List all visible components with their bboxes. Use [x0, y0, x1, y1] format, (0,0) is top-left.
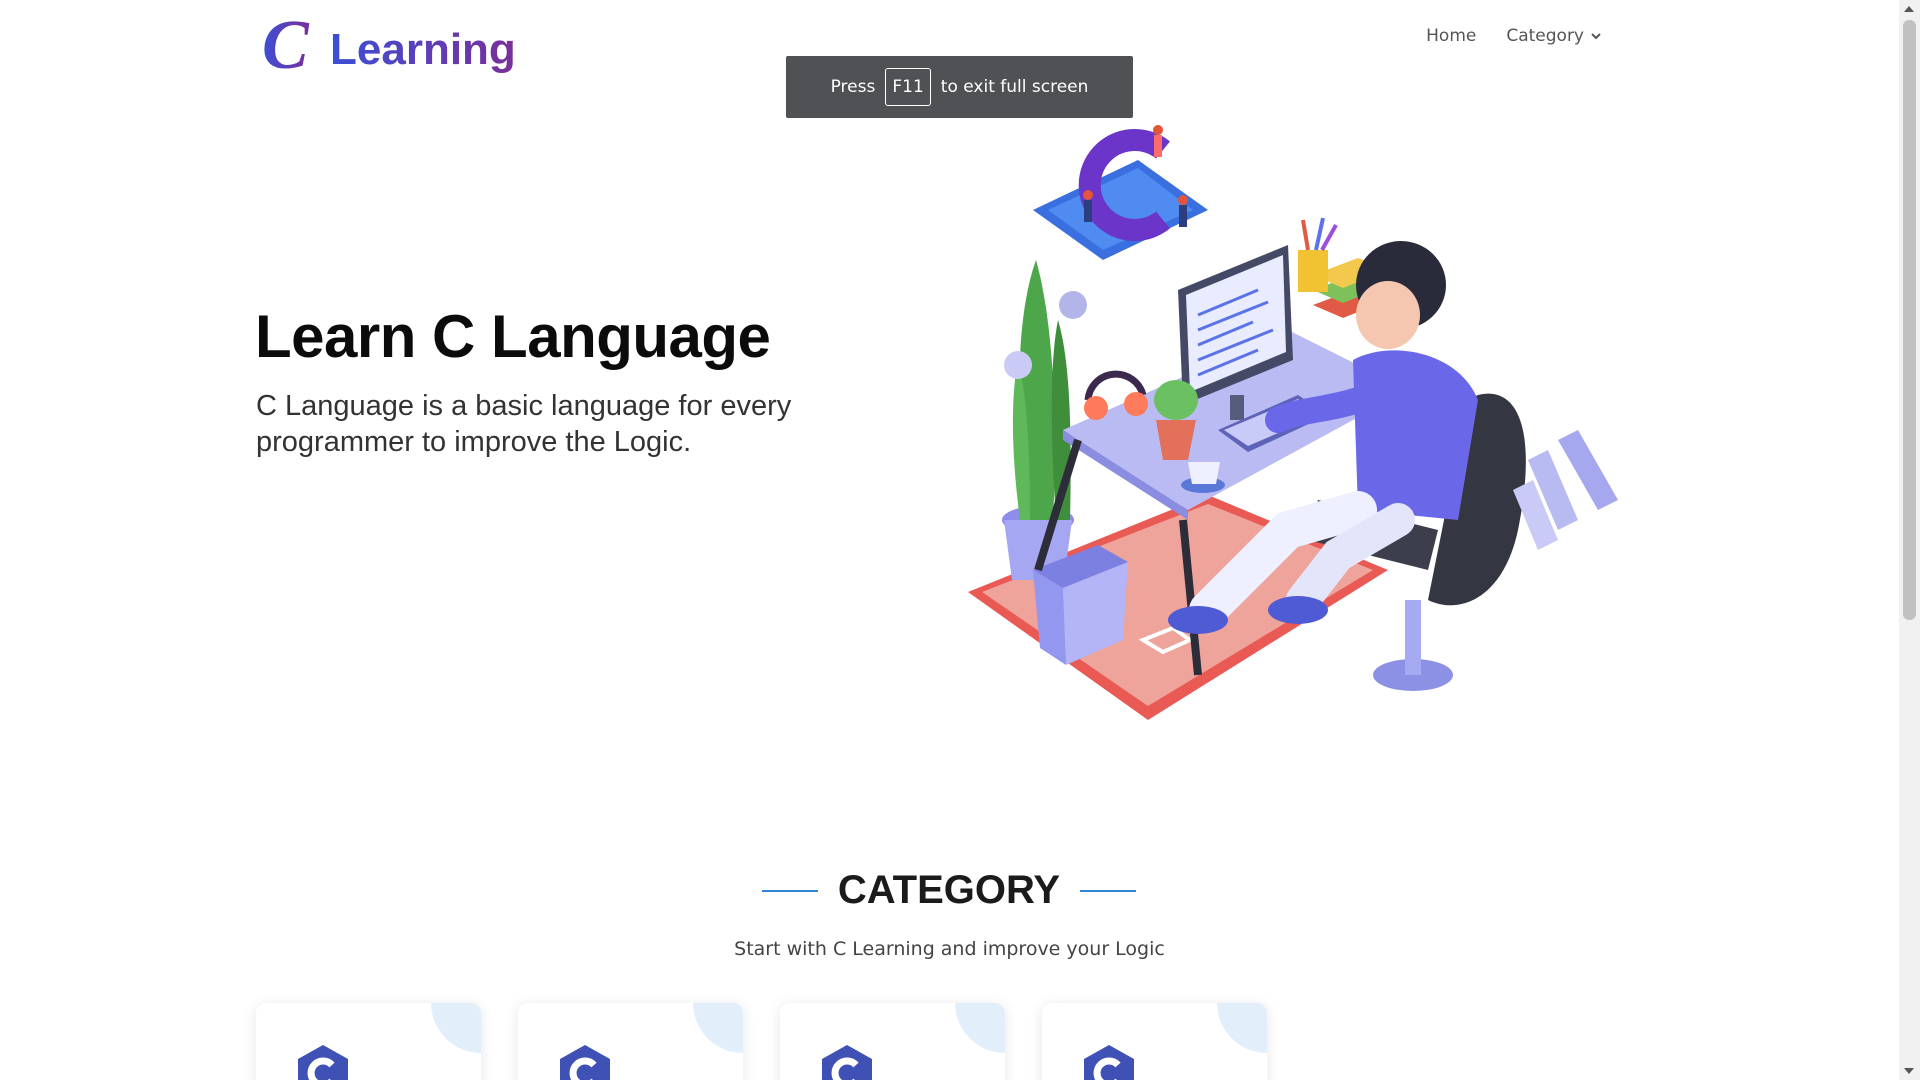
- scrollbar-thumb[interactable]: [1903, 20, 1916, 620]
- category-subtitle: Start with C Learning and improve your L…: [734, 938, 1165, 960]
- category-card[interactable]: [518, 1003, 743, 1080]
- heading-line-left: [762, 889, 818, 892]
- c-language-icon: [298, 1045, 348, 1080]
- nav-category-label: Category: [1506, 26, 1584, 46]
- fullscreen-notice-post: to exit full screen: [940, 77, 1089, 97]
- hero-subtitle: C Language is a basic language for every…: [256, 390, 792, 458]
- page-scrollbar[interactable]: [1899, 0, 1920, 1080]
- hero-title: Learn C Language: [255, 303, 771, 370]
- fullscreen-notice-pre: Press: [830, 77, 876, 97]
- card-corner-decoration: [693, 1003, 743, 1053]
- logo-word: Learning: [330, 25, 516, 74]
- decor-bars-icon: [1513, 430, 1618, 550]
- category-card[interactable]: [780, 1003, 1005, 1080]
- category-title: CATEGORY: [837, 868, 1061, 912]
- nav-home-label: Home: [1426, 26, 1477, 46]
- c-language-icon: [1084, 1045, 1134, 1080]
- page: C Learning Home Category Press F11 to ex…: [0, 0, 1899, 1080]
- fullscreen-key: F11: [885, 68, 931, 106]
- site-logo[interactable]: C Learning: [258, 8, 558, 80]
- floating-c-platform-icon: [1033, 125, 1208, 260]
- main-nav: Home Category: [1426, 26, 1602, 46]
- nav-category[interactable]: Category: [1506, 26, 1602, 46]
- card-corner-decoration: [431, 1003, 481, 1053]
- card-corner-decoration: [955, 1003, 1005, 1053]
- scroll-up-arrow-icon[interactable]: [1904, 6, 1914, 12]
- logo-letter: C: [262, 8, 310, 80]
- c-language-icon: [560, 1045, 610, 1080]
- heading-line-right: [1080, 889, 1136, 892]
- nav-home[interactable]: Home: [1426, 26, 1476, 46]
- hero-illustration: [968, 125, 1618, 720]
- category-card[interactable]: [1042, 1003, 1267, 1080]
- category-heading: CATEGORY: [762, 868, 1136, 913]
- chevron-down-icon: [1591, 33, 1601, 40]
- scroll-down-arrow-icon[interactable]: [1904, 1068, 1914, 1074]
- card-corner-decoration: [1217, 1003, 1267, 1053]
- category-cards: [256, 1003, 1267, 1080]
- c-language-icon: [822, 1045, 872, 1080]
- category-card[interactable]: [256, 1003, 481, 1080]
